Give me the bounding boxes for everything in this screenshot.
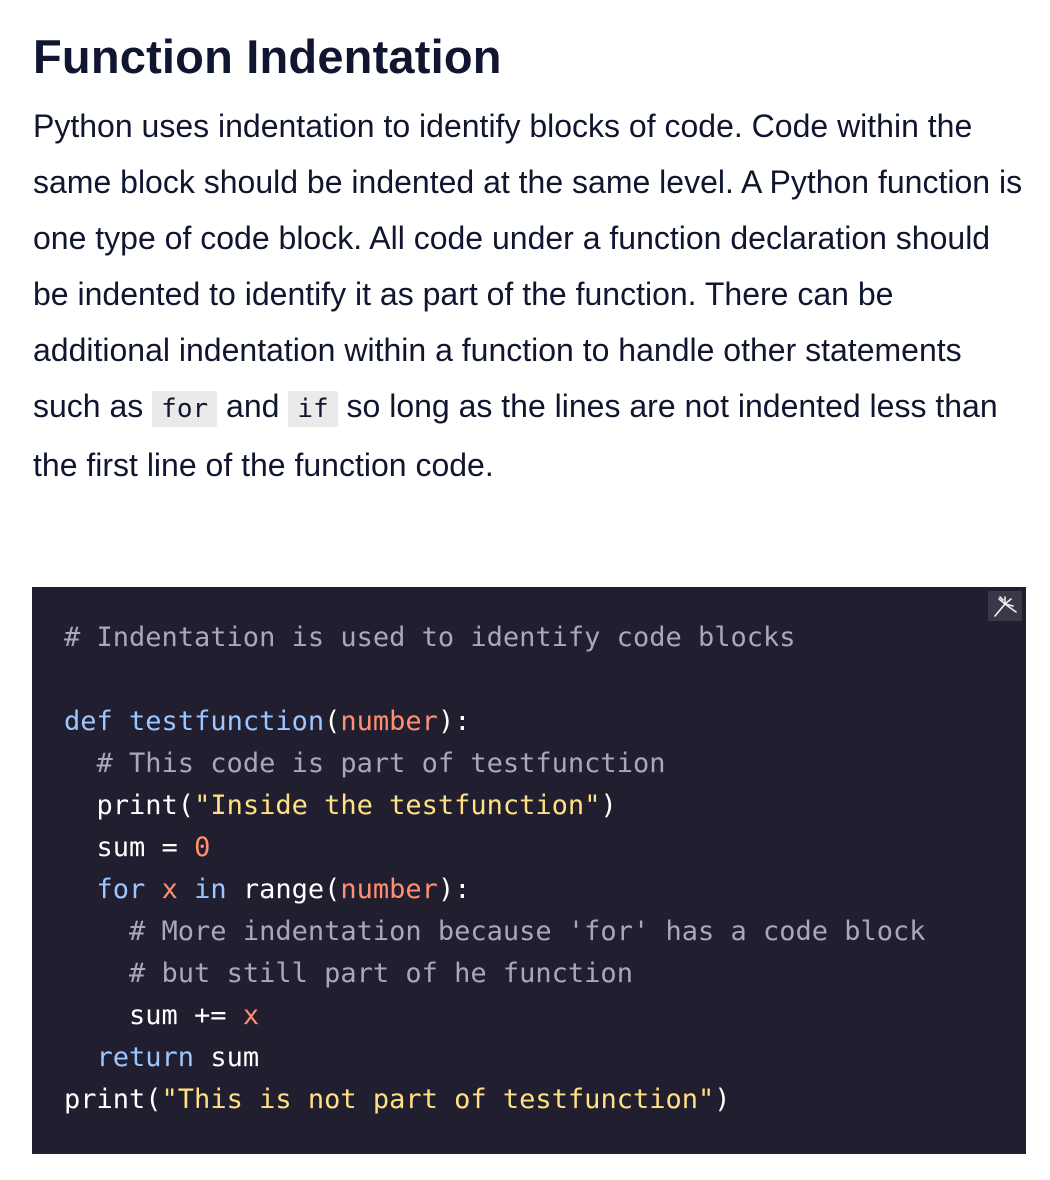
code-line: def testfunction(number): — [64, 701, 1026, 743]
paragraph-text: and — [217, 388, 289, 424]
code-keyword: def — [64, 706, 113, 737]
copy-code-button[interactable] — [988, 591, 1022, 621]
description-paragraph: Python uses indentation to identify bloc… — [33, 98, 1028, 493]
code-comment: # but still part of he function — [129, 958, 633, 989]
page-title: Function Indentation — [33, 30, 502, 83]
article-section: Function Indentation Python uses indenta… — [33, 24, 1028, 493]
code-comment: # Indentation is used to identify code b… — [64, 622, 796, 653]
code-block: # Indentation is used to identify code b… — [32, 587, 1026, 1154]
code-variable: sum += — [129, 1000, 243, 1031]
code-line: print("This is not part of testfunction"… — [64, 1079, 1026, 1121]
code-param: number — [340, 874, 438, 905]
code-line: # More indentation because 'for' has a c… — [64, 911, 1026, 953]
copy-icon — [994, 596, 1017, 617]
code-line: # Indentation is used to identify code b… — [64, 617, 1026, 659]
code-builtin: print( — [64, 1084, 162, 1115]
code-line: for x in range(number): — [64, 869, 1026, 911]
inline-code-if: if — [288, 391, 338, 427]
paragraph-text: Python uses indentation to identify bloc… — [33, 108, 1023, 424]
code-comment: # More indentation because 'for' has a c… — [129, 916, 926, 947]
code-line: # This code is part of testfunction — [64, 743, 1026, 785]
code-variable: x — [161, 874, 178, 905]
code-keyword: for — [96, 874, 146, 905]
code-builtin: print( — [96, 790, 195, 821]
code-string: "Inside the testfunction" — [194, 790, 601, 821]
code-line: sum = 0 — [64, 827, 1026, 869]
code-comment: # This code is part of testfunction — [96, 748, 666, 779]
code-string: "This is not part of testfunction" — [161, 1084, 715, 1115]
code-number: 0 — [194, 832, 211, 863]
code-line: print("Inside the testfunction") — [64, 785, 1026, 827]
code-punct: ): — [437, 706, 471, 737]
code-punct: ) — [600, 790, 617, 821]
code-function-name: testfunction — [129, 706, 325, 737]
code-line: return sum — [64, 1037, 1026, 1079]
code-punct: ): — [437, 874, 471, 905]
code-keyword: in — [194, 874, 227, 905]
code-variable: sum = — [96, 832, 195, 863]
code-punct: ( — [324, 706, 341, 737]
code-line: sum += x — [64, 995, 1026, 1037]
code-line: # but still part of he function — [64, 953, 1026, 995]
code-variable: sum — [194, 1042, 260, 1073]
inline-code-for: for — [152, 391, 218, 427]
code-param: number — [340, 706, 438, 737]
code-punct: ) — [714, 1084, 731, 1115]
code-keyword: return — [96, 1042, 195, 1073]
code-variable: x — [242, 1000, 260, 1031]
code-builtin: range( — [226, 874, 341, 905]
